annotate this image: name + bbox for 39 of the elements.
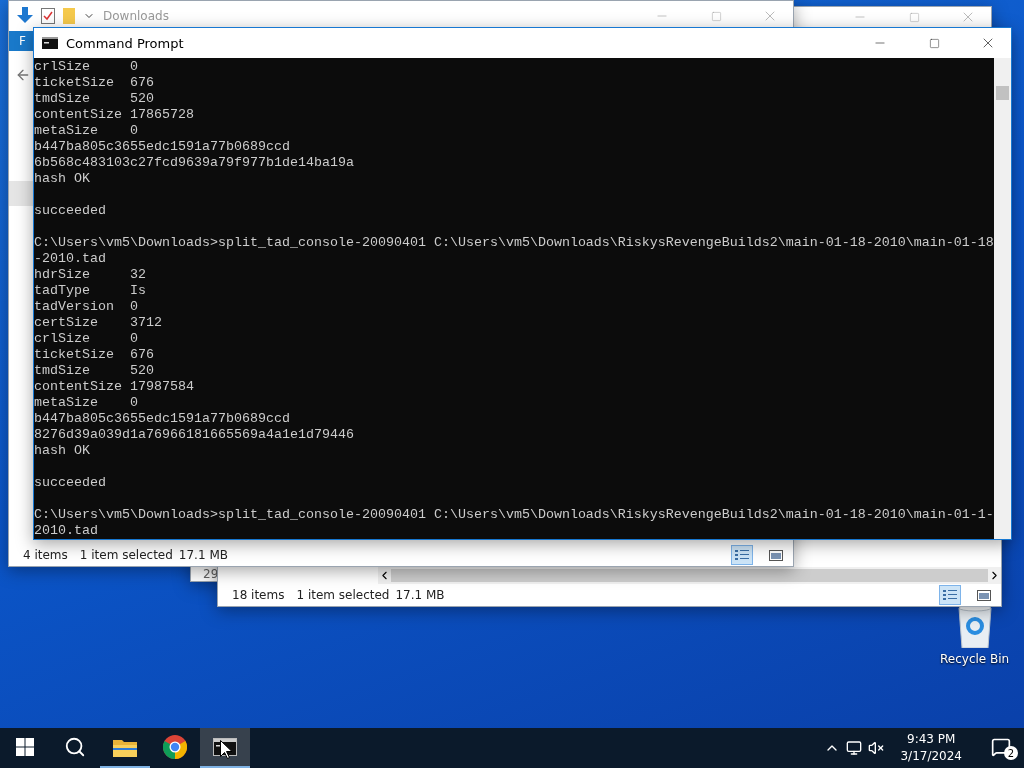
console-line: metaSize 0 [34,123,139,139]
console-line: hash OK [34,171,91,187]
console-line: tadType Is [34,283,147,299]
selection-size: 17.1 MB [178,548,228,562]
console-line: b447ba805c3655edc1591a77b0689ccd [34,411,291,427]
console-line: tadVersion 0 [34,299,139,315]
selection-size: 17.1 MB [395,588,445,602]
console-line: succeeded [34,203,107,219]
window-title: Command Prompt [66,35,184,51]
console-line: succeeded [34,475,107,491]
console-line: crlSize 0 [34,331,139,347]
console-line: C:\Users\vm5\Downloads>split_tad_console-20090401 C:\Users\vm5\Downloads\RiskysRevengeBuilds2\main-01-18-2010\main-01-18 [34,235,994,251]
console-line: metaSize 0 [34,395,139,411]
console-line: ticketSize 676 [34,347,155,363]
console-line: ticketSize 676 [34,75,155,91]
notifications-button[interactable]: 2 [978,728,1024,768]
item-count: 4 items [23,548,68,562]
console-line: certSize 3712 [34,315,163,331]
window-title: Downloads [103,9,169,23]
console-line: contentSize 17987584 [34,379,195,395]
console-line: b447ba805c3655edc1591a77b0689ccd [34,139,291,155]
console-line: hdrSize 32 [34,267,147,283]
console-line: crlSize 0 [34,59,139,75]
selection-info: 1 item selected [296,588,390,602]
clock[interactable]: 9:43 PM 3/17/2024 [890,731,972,765]
icon-label[interactable]: Recycle Bin [940,652,1010,666]
item-count: 18 items [232,588,285,602]
file-size-text: 29 [203,567,219,581]
console-line: contentSize 17865728 [34,107,195,123]
selection-info: 1 item selected [79,548,173,562]
console-line: tmdSize 520 [34,91,155,107]
console-line: hash OK [34,443,91,459]
console-line: 2010.tad [34,523,99,539]
file-tab[interactable]: F [9,31,33,51]
console-line: tmdSize 520 [34,363,155,379]
console-line: C:\Users\vm5\Downloads>split_tad_console-20090401 C:\Users\vm5\Downloads\RiskysRevengeBuilds2\main-01-18-2010\main-01-1- [34,507,994,523]
console-line: 6b568c483103c27fcd9639a79f977b1de14ba19a [34,155,355,171]
console-line: -2010.tad [34,251,107,267]
console-line: 8276d39a039d1a76966181665569a4a1e1d79446 [34,427,355,443]
